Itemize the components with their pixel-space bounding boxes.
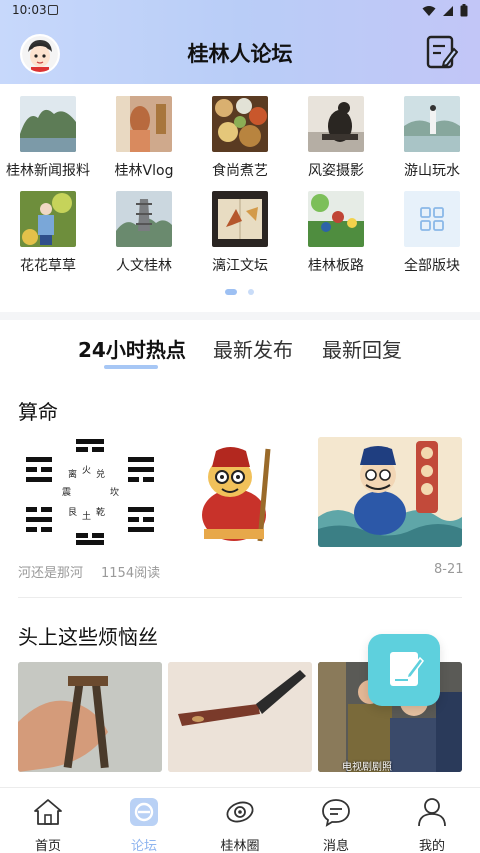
forum-item-literature[interactable]: 漓江文坛 xyxy=(192,191,288,275)
home-icon xyxy=(34,799,62,825)
nav-messages[interactable]: 消息 xyxy=(288,796,384,853)
forum-label: 桂林新闻报料 xyxy=(6,163,90,179)
post-images[interactable]: 离火兑 震 坎 艮土乾 xyxy=(18,437,462,547)
forum-thumb xyxy=(20,191,76,247)
status-bar: 10:03 xyxy=(0,0,480,22)
post-image xyxy=(18,662,162,772)
svg-text:艮: 艮 xyxy=(68,507,77,518)
forum-label: 人文桂林 xyxy=(116,258,172,274)
forum-thumb xyxy=(20,96,76,152)
forum-item-news[interactable]: 桂林新闻报料 xyxy=(0,96,96,180)
nav-profile[interactable]: 我的 xyxy=(384,796,480,853)
tab-indicator xyxy=(104,365,158,369)
forum-thumb xyxy=(308,191,364,247)
forum-label: 全部版块 xyxy=(404,258,460,274)
tab-latest-replies[interactable]: 最新回复 xyxy=(322,334,402,363)
post-image: 离火兑 震 坎 艮土乾 xyxy=(18,437,162,547)
circle-icon xyxy=(226,801,254,823)
nav-forum[interactable]: 论坛 xyxy=(96,796,192,853)
nav-label: 首页 xyxy=(34,839,61,853)
nav-label: 我的 xyxy=(418,839,445,853)
page-dot-active xyxy=(225,289,237,295)
new-post-fab[interactable] xyxy=(368,634,440,706)
forum-label: 游山玩水 xyxy=(404,163,460,179)
grid-icon xyxy=(420,207,444,231)
tab-24h-hot[interactable]: 24小时热点 xyxy=(78,334,186,363)
forum-icon xyxy=(130,798,158,826)
nav-label: 消息 xyxy=(322,839,349,853)
compose-button[interactable] xyxy=(426,35,459,69)
forum-label: 食尚煮艺 xyxy=(212,163,268,179)
forum-thumb xyxy=(116,96,172,152)
forum-thumb xyxy=(116,191,172,247)
status-time: 10:03 xyxy=(12,3,47,17)
signal-icon xyxy=(443,5,453,16)
svg-text:坎: 坎 xyxy=(110,486,119,498)
status-icons xyxy=(422,4,468,17)
wifi-icon xyxy=(422,5,436,16)
forum-thumb xyxy=(308,96,364,152)
page-title: 桂林人论坛 xyxy=(187,42,293,66)
nav-label: 论坛 xyxy=(130,839,157,853)
forum-item-photo[interactable]: 风姿摄影 xyxy=(288,96,384,180)
forum-item-travel[interactable]: 游山玩水 xyxy=(384,96,480,180)
forum-thumb xyxy=(404,96,460,152)
forum-item-flowers[interactable]: 花花草草 xyxy=(0,191,96,275)
tab-latest-posts[interactable]: 最新发布 xyxy=(213,334,293,363)
forum-item-chat[interactable]: 桂林板路 xyxy=(288,191,384,275)
svg-text:兑: 兑 xyxy=(96,468,105,480)
forum-label: 花花草草 xyxy=(20,258,76,274)
post-title[interactable]: 算命 xyxy=(18,396,58,425)
bottom-nav: 首页 论坛 桂林圈 消息 我的 xyxy=(0,787,480,853)
nav-guilin-circle[interactable]: 桂林圈 xyxy=(192,796,288,853)
post-author[interactable]: 河还是那河 xyxy=(18,562,83,581)
section-divider xyxy=(0,312,480,320)
forum-thumb xyxy=(404,191,460,247)
sim-icon xyxy=(48,5,58,15)
nav-home[interactable]: 首页 xyxy=(0,796,96,853)
forum-item-food[interactable]: 食尚煮艺 xyxy=(192,96,288,180)
edit-icon xyxy=(390,652,424,686)
svg-text:火: 火 xyxy=(82,465,91,476)
forum-label: 桂林Vlog xyxy=(114,163,174,179)
feed-tabs: 24小时热点 最新发布 最新回复 xyxy=(0,334,480,374)
post-image xyxy=(168,662,312,772)
post-image xyxy=(168,437,312,547)
forum-thumb xyxy=(212,191,268,247)
forum-label: 漓江文坛 xyxy=(212,258,268,274)
post-read-count: 1154阅读 xyxy=(101,566,161,581)
svg-text:土: 土 xyxy=(82,510,91,522)
post-date: 8-21 xyxy=(434,562,464,577)
image-caption: 电视剧剧照 xyxy=(342,762,392,772)
post-image xyxy=(318,437,462,547)
battery-icon xyxy=(460,4,468,17)
post-separator xyxy=(18,597,462,598)
svg-text:震: 震 xyxy=(62,487,71,498)
nav-label: 桂林圈 xyxy=(220,839,260,853)
svg-text:离: 离 xyxy=(68,468,77,480)
edit-icon xyxy=(426,35,459,69)
profile-icon xyxy=(418,798,446,827)
svg-text:乾: 乾 xyxy=(96,506,105,518)
page-dot xyxy=(248,289,254,295)
page-indicator xyxy=(0,289,480,297)
post-title[interactable]: 头上这些烦恼丝 xyxy=(18,621,158,650)
forum-thumb xyxy=(212,96,268,152)
forum-item-culture[interactable]: 人文桂林 xyxy=(96,191,192,275)
message-icon xyxy=(322,799,350,827)
forum-item-all[interactable]: 全部版块 xyxy=(384,191,480,275)
forum-label: 风姿摄影 xyxy=(308,163,364,179)
forum-label: 桂林板路 xyxy=(308,258,364,274)
forum-item-vlog[interactable]: 桂林Vlog xyxy=(96,96,192,180)
